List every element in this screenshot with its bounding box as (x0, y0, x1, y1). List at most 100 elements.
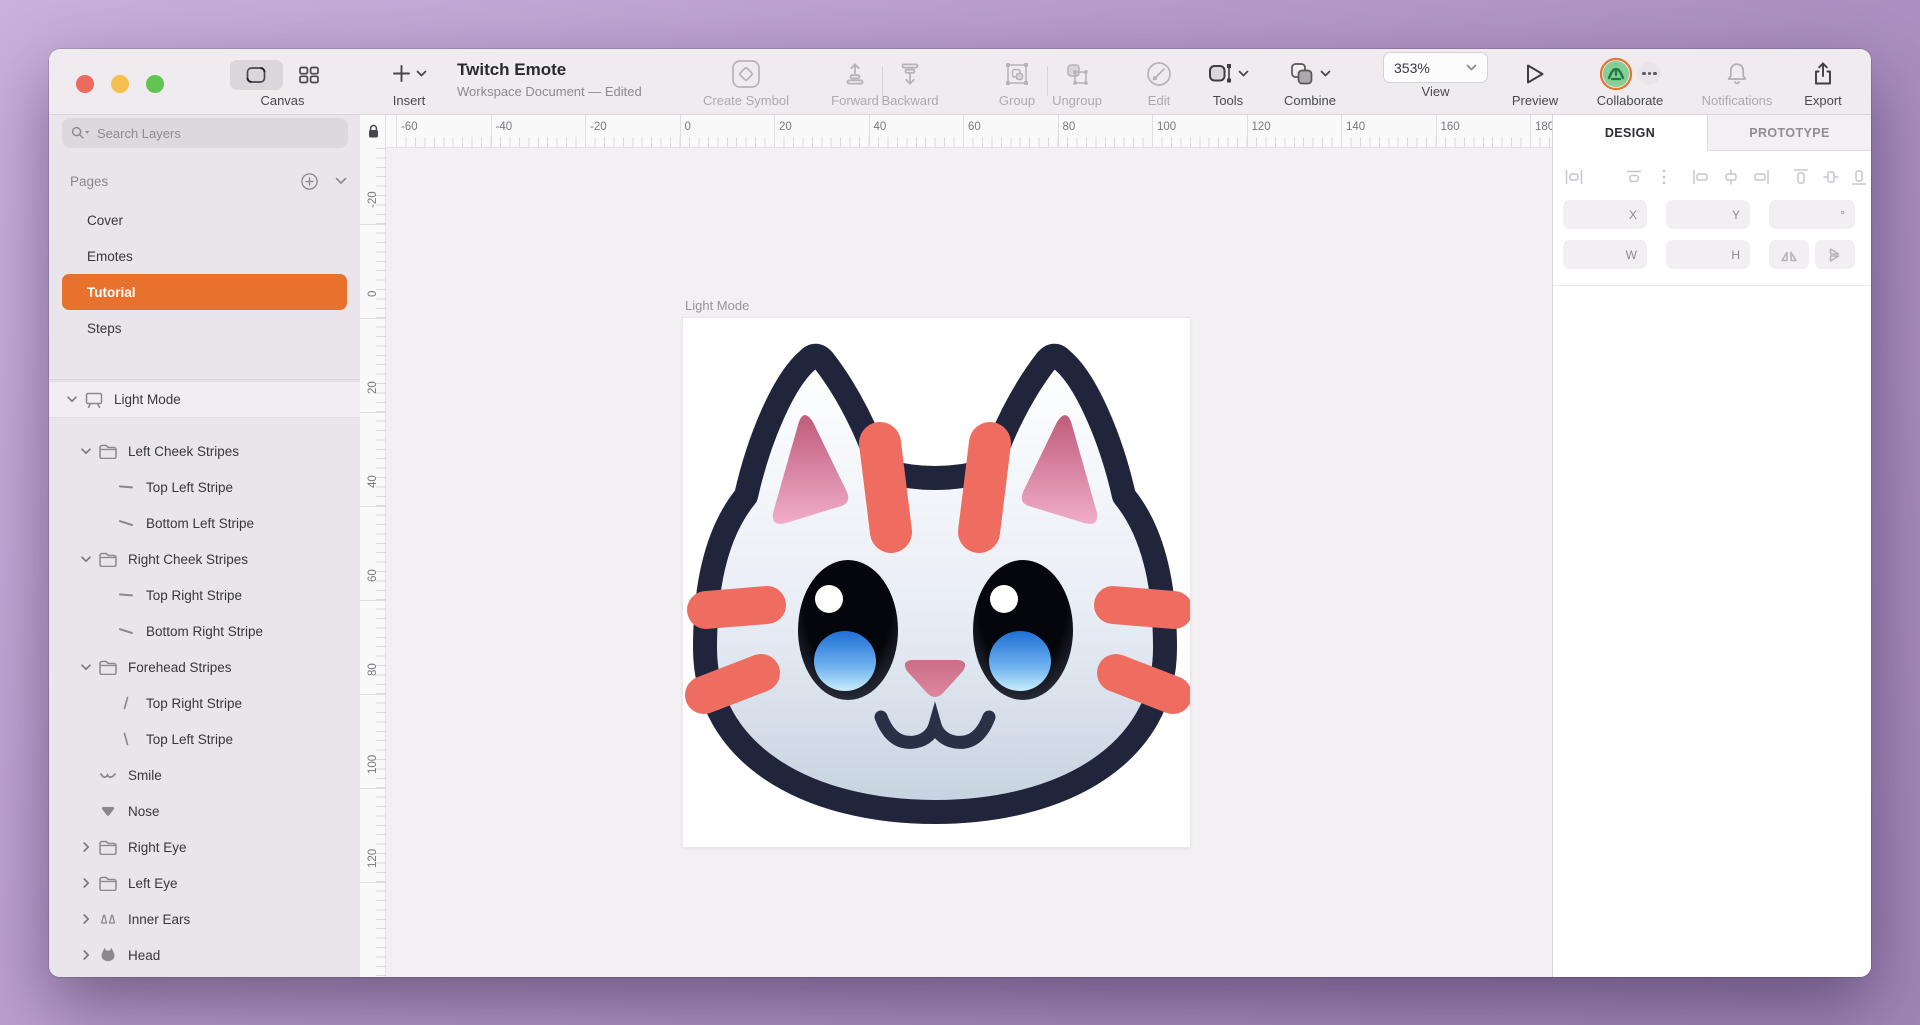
distribute-horizontal-icon[interactable] (1564, 167, 1584, 187)
y-position-field[interactable]: Y (1666, 200, 1750, 229)
layer-item-top-right-stripe[interactable]: Top Right Stripe (49, 685, 360, 721)
align-center-h-icon[interactable] (1721, 167, 1741, 187)
preview-button[interactable]: Preview (1500, 49, 1570, 115)
collaborate-button[interactable]: Collaborate (1582, 49, 1678, 115)
chevron-right-icon[interactable] (76, 914, 96, 924)
zoom-window-button[interactable] (146, 75, 164, 93)
alignment-toolbar (1553, 165, 1871, 189)
combine-shapes-icon (1289, 61, 1315, 87)
page-item-steps[interactable]: Steps (62, 310, 347, 346)
layer-item-inner-ears[interactable]: Inner Ears (49, 901, 360, 937)
more-collaborators-icon[interactable] (1638, 62, 1661, 85)
add-page-icon[interactable] (301, 173, 318, 190)
chevron-down-icon[interactable] (76, 448, 96, 455)
canvas-area[interactable]: Light Mode (360, 115, 1552, 977)
distribute-vertical-icon[interactable] (1624, 167, 1644, 187)
collapse-pages-icon[interactable] (335, 177, 347, 185)
tab-design[interactable]: DESIGN (1553, 115, 1707, 151)
align-right-icon[interactable] (1751, 167, 1771, 187)
cheek-stripe-bottom-left (704, 673, 761, 695)
ruler-number: 20 (779, 121, 792, 133)
folder-icon (96, 875, 120, 891)
backward-button[interactable]: Backward (872, 49, 948, 115)
backward-label: Backward (881, 94, 938, 107)
width-field[interactable]: W (1563, 240, 1647, 269)
chevron-right-icon[interactable] (76, 842, 96, 852)
close-window-button[interactable] (76, 75, 94, 93)
flip-horizontal-icon[interactable] (1769, 240, 1809, 269)
edit-button[interactable]: Edit (1134, 49, 1184, 115)
grid-view-icon[interactable] (283, 60, 336, 90)
layer-label: Top Left Stripe (146, 732, 233, 747)
ruler-major-tick (360, 694, 386, 695)
horizontal-ruler[interactable]: -60-40-20020406080100120140160180 (360, 115, 1552, 148)
zoom-level-dropdown[interactable]: 353% (1383, 52, 1488, 83)
more-options-icon[interactable] (1661, 167, 1667, 187)
align-middle-v-icon[interactable] (1821, 167, 1841, 187)
layer-item-light-mode[interactable]: Light Mode (49, 381, 360, 418)
page-item-tutorial[interactable]: Tutorial (62, 274, 347, 310)
sketch-window: Canvas Insert Twitch Emote Workspace Doc… (49, 49, 1871, 977)
artboard-light-mode[interactable] (683, 318, 1190, 847)
x-position-field[interactable]: X (1563, 200, 1647, 229)
search-layers-input[interactable]: Search Layers (62, 118, 348, 148)
layer-item-left-eye[interactable]: Left Eye (49, 865, 360, 901)
left-eye-highlight (815, 585, 843, 613)
traffic-lights (76, 75, 164, 93)
layer-item-forehead-stripes[interactable]: Forehead Stripes (49, 649, 360, 685)
ruler-major-tick (396, 115, 397, 148)
layer-item-top-left-stripe[interactable]: Top Left Stripe (49, 469, 360, 505)
layer-item-left-cheek-stripes[interactable]: Left Cheek Stripes (49, 433, 360, 469)
insert-button[interactable]: Insert (369, 49, 449, 115)
align-bottom-icon[interactable] (1849, 167, 1869, 187)
inspector-tabs: DESIGN PROTOTYPE (1553, 115, 1871, 151)
chevron-down-icon[interactable] (76, 664, 96, 671)
layer-item-top-right-stripe[interactable]: Top Right Stripe (49, 577, 360, 613)
forehead-stripe-right (979, 443, 990, 532)
chevron-right-icon[interactable] (76, 878, 96, 888)
align-top-icon[interactable] (1791, 167, 1811, 187)
pages-list: CoverEmotesTutorial Steps (49, 202, 360, 346)
layer-item-bottom-right-stripe[interactable]: Bottom Right Stripe (49, 613, 360, 649)
layer-item-smile[interactable]: Smile (49, 757, 360, 793)
chevron-down-icon[interactable] (76, 556, 96, 563)
cheek-stripe-top-right (1113, 605, 1174, 610)
insert-label: Insert (393, 94, 426, 107)
collaborate-label: Collaborate (1597, 94, 1664, 107)
create-symbol-button[interactable]: Create Symbol (691, 49, 801, 115)
lock-icon[interactable] (368, 124, 379, 139)
tools-button[interactable]: Tools (1198, 49, 1258, 115)
page-item-emotes[interactable]: Emotes (62, 238, 347, 274)
minimize-window-button[interactable] (111, 75, 129, 93)
flip-vertical-icon[interactable] (1815, 240, 1855, 269)
ruler-major-tick (1436, 115, 1437, 148)
backslash-icon (114, 732, 138, 746)
canvas-view-icon[interactable] (230, 60, 283, 90)
tab-prototype[interactable]: PROTOTYPE (1707, 115, 1871, 151)
layer-item-top-left-stripe[interactable]: Top Left Stripe (49, 721, 360, 757)
chevron-right-icon[interactable] (76, 950, 96, 960)
vertical-ruler[interactable]: -20020406080100120 (360, 148, 386, 977)
chevron-down-icon[interactable] (62, 396, 82, 403)
bell-icon (1725, 61, 1749, 87)
ruler-number: -20 (590, 121, 607, 133)
layer-item-right-cheek-stripes[interactable]: Right Cheek Stripes (49, 541, 360, 577)
rotation-field[interactable]: ° (1769, 200, 1855, 229)
layer-item-nose[interactable]: Nose (49, 793, 360, 829)
export-label: Export (1804, 94, 1842, 107)
page-item-cover[interactable]: Cover (62, 202, 347, 238)
export-button[interactable]: Export (1793, 49, 1853, 115)
page-label: Steps (87, 321, 122, 336)
artboard-label[interactable]: Light Mode (685, 298, 749, 313)
ungroup-button[interactable]: Ungroup (1039, 49, 1115, 115)
combine-button[interactable]: Combine (1271, 49, 1349, 115)
notifications-button[interactable]: Notifications (1689, 49, 1785, 115)
layer-item-bottom-left-stripe[interactable]: Bottom Left Stripe (49, 505, 360, 541)
move-backward-icon (897, 61, 923, 87)
layer-item-right-eye[interactable]: Right Eye (49, 829, 360, 865)
ruler-number: 100 (360, 742, 386, 786)
height-field[interactable]: H (1666, 240, 1750, 269)
align-left-icon[interactable] (1691, 167, 1711, 187)
layer-label: Right Cheek Stripes (128, 552, 248, 567)
layer-item-head[interactable]: Head (49, 937, 360, 973)
